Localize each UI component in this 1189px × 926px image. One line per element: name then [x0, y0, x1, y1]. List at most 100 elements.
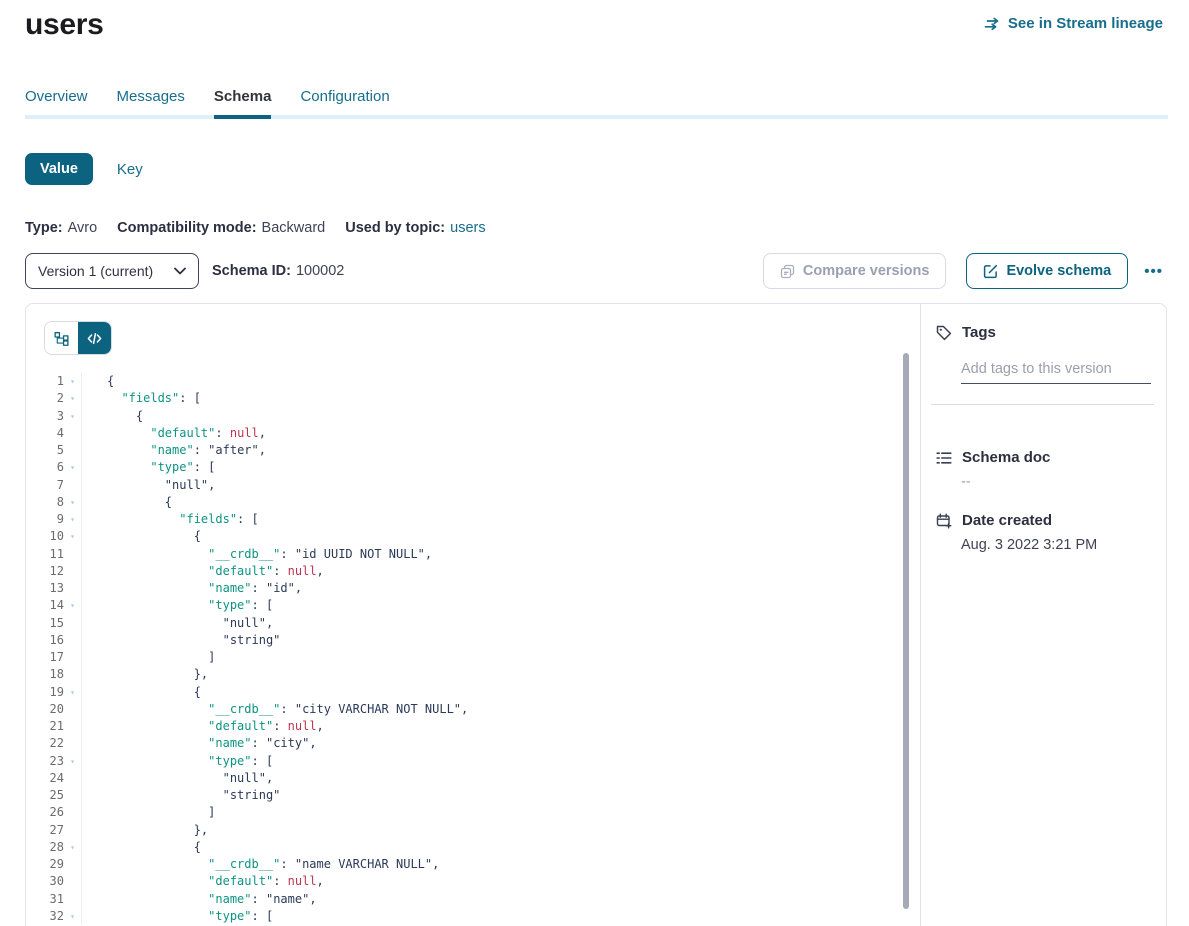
vertical-scrollbar[interactable]	[903, 353, 909, 909]
code-text: "type": [	[81, 908, 273, 925]
fold-toggle-icon[interactable]: ▾	[64, 753, 81, 770]
code-text: {	[81, 684, 201, 701]
code-line: 11 "__crdb__": "id UUID NOT NULL",	[26, 546, 920, 563]
fold-toggle-icon[interactable]: ▾	[64, 494, 81, 511]
tree-view-button[interactable]	[45, 322, 78, 354]
compat-field: Compatibility mode:Backward	[117, 220, 325, 236]
line-number: 27	[26, 822, 64, 839]
fold-spacer	[64, 649, 81, 666]
code-line: 20 "__crdb__": "city VARCHAR NOT NULL",	[26, 701, 920, 718]
code-view-button[interactable]	[78, 322, 111, 354]
fold-spacer	[64, 632, 81, 649]
topic-link[interactable]: users	[450, 220, 485, 236]
line-number: 16	[26, 632, 64, 649]
code-line: 31 "name": "name",	[26, 891, 920, 908]
fold-spacer	[64, 615, 81, 632]
code-line: 27 },	[26, 822, 920, 839]
code-text: {	[81, 494, 172, 511]
more-options-button[interactable]: •••	[1140, 259, 1167, 284]
code-text: "fields": [	[81, 390, 201, 407]
type-field: Type:Avro	[25, 220, 97, 236]
value-toggle-button[interactable]: Value	[25, 153, 93, 185]
code-line: 12 "default": null,	[26, 563, 920, 580]
stream-lineage-icon	[984, 17, 1001, 31]
line-number: 32	[26, 908, 64, 925]
code-line: 10▾ {	[26, 528, 920, 545]
fold-toggle-icon[interactable]: ▾	[64, 373, 81, 390]
code-view-icon	[87, 332, 102, 345]
fold-spacer	[64, 873, 81, 890]
line-number: 29	[26, 856, 64, 873]
fold-toggle-icon[interactable]: ▾	[64, 408, 81, 425]
code-text: {	[81, 373, 114, 390]
code-text: "type": [	[81, 459, 215, 476]
line-number: 26	[26, 804, 64, 821]
code-text: "__crdb__": "city VARCHAR NOT NULL",	[81, 701, 468, 718]
tab-messages[interactable]: Messages	[117, 88, 185, 119]
sidebar-divider	[931, 404, 1154, 405]
line-number: 5	[26, 442, 64, 459]
line-number: 10	[26, 528, 64, 545]
code-line: 18 },	[26, 666, 920, 683]
line-number: 14	[26, 597, 64, 614]
tags-input[interactable]	[961, 359, 1151, 384]
topic-tabs: Overview Messages Schema Configuration	[25, 88, 390, 119]
fold-spacer	[64, 856, 81, 873]
evolve-schema-button[interactable]: Evolve schema	[966, 253, 1128, 289]
fold-toggle-icon[interactable]: ▾	[64, 839, 81, 856]
code-line: 15 "null",	[26, 615, 920, 632]
fold-toggle-icon[interactable]: ▾	[64, 597, 81, 614]
line-number: 23	[26, 753, 64, 770]
line-number: 11	[26, 546, 64, 563]
line-number: 17	[26, 649, 64, 666]
stream-lineage-link[interactable]: See in Stream lineage	[984, 15, 1163, 32]
fold-spacer	[64, 666, 81, 683]
code-text: {	[81, 408, 143, 425]
compare-versions-icon	[780, 264, 795, 279]
compare-versions-button[interactable]: Compare versions	[763, 253, 947, 289]
schema-id-label: Schema ID:	[212, 263, 291, 279]
line-number: 6	[26, 459, 64, 476]
line-number: 9	[26, 511, 64, 528]
fold-toggle-icon[interactable]: ▾	[64, 390, 81, 407]
fold-toggle-icon[interactable]: ▾	[64, 528, 81, 545]
fold-spacer	[64, 580, 81, 597]
line-number: 19	[26, 684, 64, 701]
line-number: 2	[26, 390, 64, 407]
fold-spacer	[64, 822, 81, 839]
code-text: },	[81, 666, 208, 683]
key-toggle-button[interactable]: Key	[117, 161, 143, 178]
fold-toggle-icon[interactable]: ▾	[64, 908, 81, 925]
code-text: "name": "city",	[81, 735, 317, 752]
code-line: 5 "name": "after",	[26, 442, 920, 459]
line-number: 21	[26, 718, 64, 735]
fold-toggle-icon[interactable]: ▾	[64, 459, 81, 476]
code-text: "default": null,	[81, 873, 324, 890]
fold-toggle-icon[interactable]: ▾	[64, 511, 81, 528]
tab-overview[interactable]: Overview	[25, 88, 88, 119]
line-number: 31	[26, 891, 64, 908]
fold-toggle-icon[interactable]: ▾	[64, 684, 81, 701]
line-number: 4	[26, 425, 64, 442]
code-text: {	[81, 528, 201, 545]
topic-field: Used by topic:users	[345, 220, 485, 236]
code-line: 14▾ "type": [	[26, 597, 920, 614]
tab-configuration[interactable]: Configuration	[300, 88, 389, 119]
tab-schema[interactable]: Schema	[214, 88, 272, 119]
code-line: 3▾ {	[26, 408, 920, 425]
line-number: 18	[26, 666, 64, 683]
code-text: "null",	[81, 770, 273, 787]
schema-id-value: 100002	[296, 263, 344, 279]
code-line: 25 "string"	[26, 787, 920, 804]
line-number: 20	[26, 701, 64, 718]
code-line: 29 "__crdb__": "name VARCHAR NULL",	[26, 856, 920, 873]
schema-meta-row: Type:Avro Compatibility mode:Backward Us…	[25, 220, 486, 236]
version-select[interactable]: Version 1 (current)	[25, 253, 199, 289]
code-text: "name": "id",	[81, 580, 302, 597]
schema-id: Schema ID: 100002	[212, 263, 344, 279]
calendar-plus-icon	[936, 513, 952, 529]
date-created-value: Aug. 3 2022 3:21 PM	[961, 537, 1154, 553]
code-text: "__crdb__": "name VARCHAR NULL",	[81, 856, 439, 873]
tree-view-icon	[54, 331, 69, 346]
code-text: "string"	[81, 632, 280, 649]
